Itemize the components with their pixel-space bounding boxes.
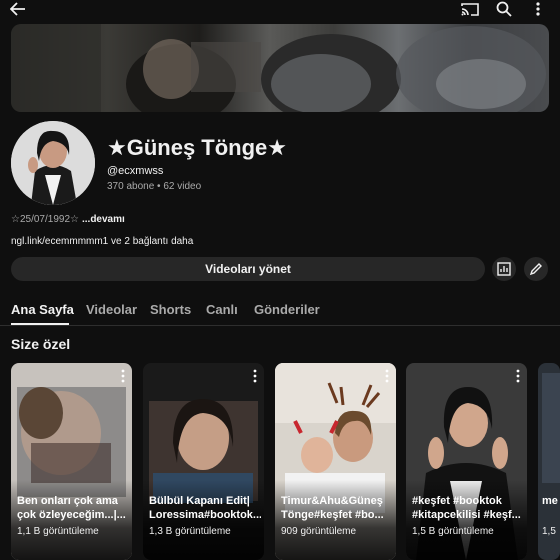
- short-views: 1,3 B görüntüleme: [149, 526, 231, 537]
- bio-text: ☆25/07/1992☆: [11, 214, 79, 225]
- short-views: 909 görüntüleme: [281, 526, 357, 537]
- short-card[interactable]: Ben onları çok ama çok özleyeceğim...|..…: [11, 363, 132, 560]
- channel-handle: @ecxmwss: [107, 165, 164, 177]
- tab-videos[interactable]: Videolar: [86, 302, 137, 317]
- more-vert-icon[interactable]: [528, 0, 548, 18]
- tab-posts[interactable]: Gönderiler: [254, 302, 320, 317]
- short-card[interactable]: me 1,5: [538, 363, 560, 560]
- short-views: 1,5 B görüntüleme: [412, 526, 494, 537]
- short-card[interactable]: Bülbül Kapanı Edit| Loressima#booktok...…: [143, 363, 264, 560]
- section-title: Size özel: [11, 336, 71, 352]
- arrow-left-icon[interactable]: [8, 0, 28, 18]
- short-title: Bülbül Kapanı Edit| Loressima#booktok...: [149, 495, 261, 521]
- search-icon[interactable]: [494, 0, 514, 18]
- short-card[interactable]: #keşfet #booktok #kitapcekilisi #keşf...…: [406, 363, 527, 560]
- more-vert-icon[interactable]: [252, 369, 258, 383]
- short-card[interactable]: Timur&Ahu&Güneş Tönge#keşfet #bo... 909 …: [275, 363, 396, 560]
- tab-shorts[interactable]: Shorts: [150, 302, 191, 317]
- channel-name: ★Güneş Tönge★: [107, 135, 288, 160]
- tab-live[interactable]: Canlı: [206, 302, 238, 317]
- short-title: me: [542, 495, 558, 507]
- active-tab-indicator: [11, 323, 69, 325]
- short-views: 1,1 B görüntüleme: [17, 526, 99, 537]
- channel-bio[interactable]: ☆25/07/1992☆ ...devamı: [11, 214, 125, 225]
- pencil-icon[interactable]: [524, 257, 548, 281]
- manage-videos-button[interactable]: Videoları yönet: [11, 257, 485, 281]
- cast-icon[interactable]: [460, 0, 480, 18]
- more-vert-icon[interactable]: [120, 369, 126, 383]
- channel-banner[interactable]: [11, 24, 549, 112]
- short-title: Timur&Ahu&Güneş Tönge#keşfet #bo...: [281, 495, 384, 521]
- short-title: #keşfet #booktok #kitapcekilisi #keşf...: [412, 495, 521, 521]
- short-title: Ben onları çok ama çok özleyeceğim...|..…: [17, 495, 126, 521]
- more-vert-icon[interactable]: [515, 369, 521, 383]
- analytics-icon[interactable]: [492, 257, 516, 281]
- tab-home[interactable]: Ana Sayfa: [11, 302, 74, 317]
- short-views: 1,5: [542, 526, 556, 537]
- top-bar: [0, 0, 560, 20]
- channel-tabs: Ana Sayfa Videolar Shorts Canlı Gönderil…: [0, 296, 560, 326]
- channel-links[interactable]: ngl.link/ecemmmmm1 ve 2 bağlantı daha: [11, 236, 193, 247]
- more-vert-icon[interactable]: [384, 369, 390, 383]
- channel-avatar[interactable]: [11, 121, 95, 205]
- channel-stats: 370 abone • 62 video: [107, 181, 202, 192]
- bio-more-link[interactable]: ...devamı: [82, 214, 125, 225]
